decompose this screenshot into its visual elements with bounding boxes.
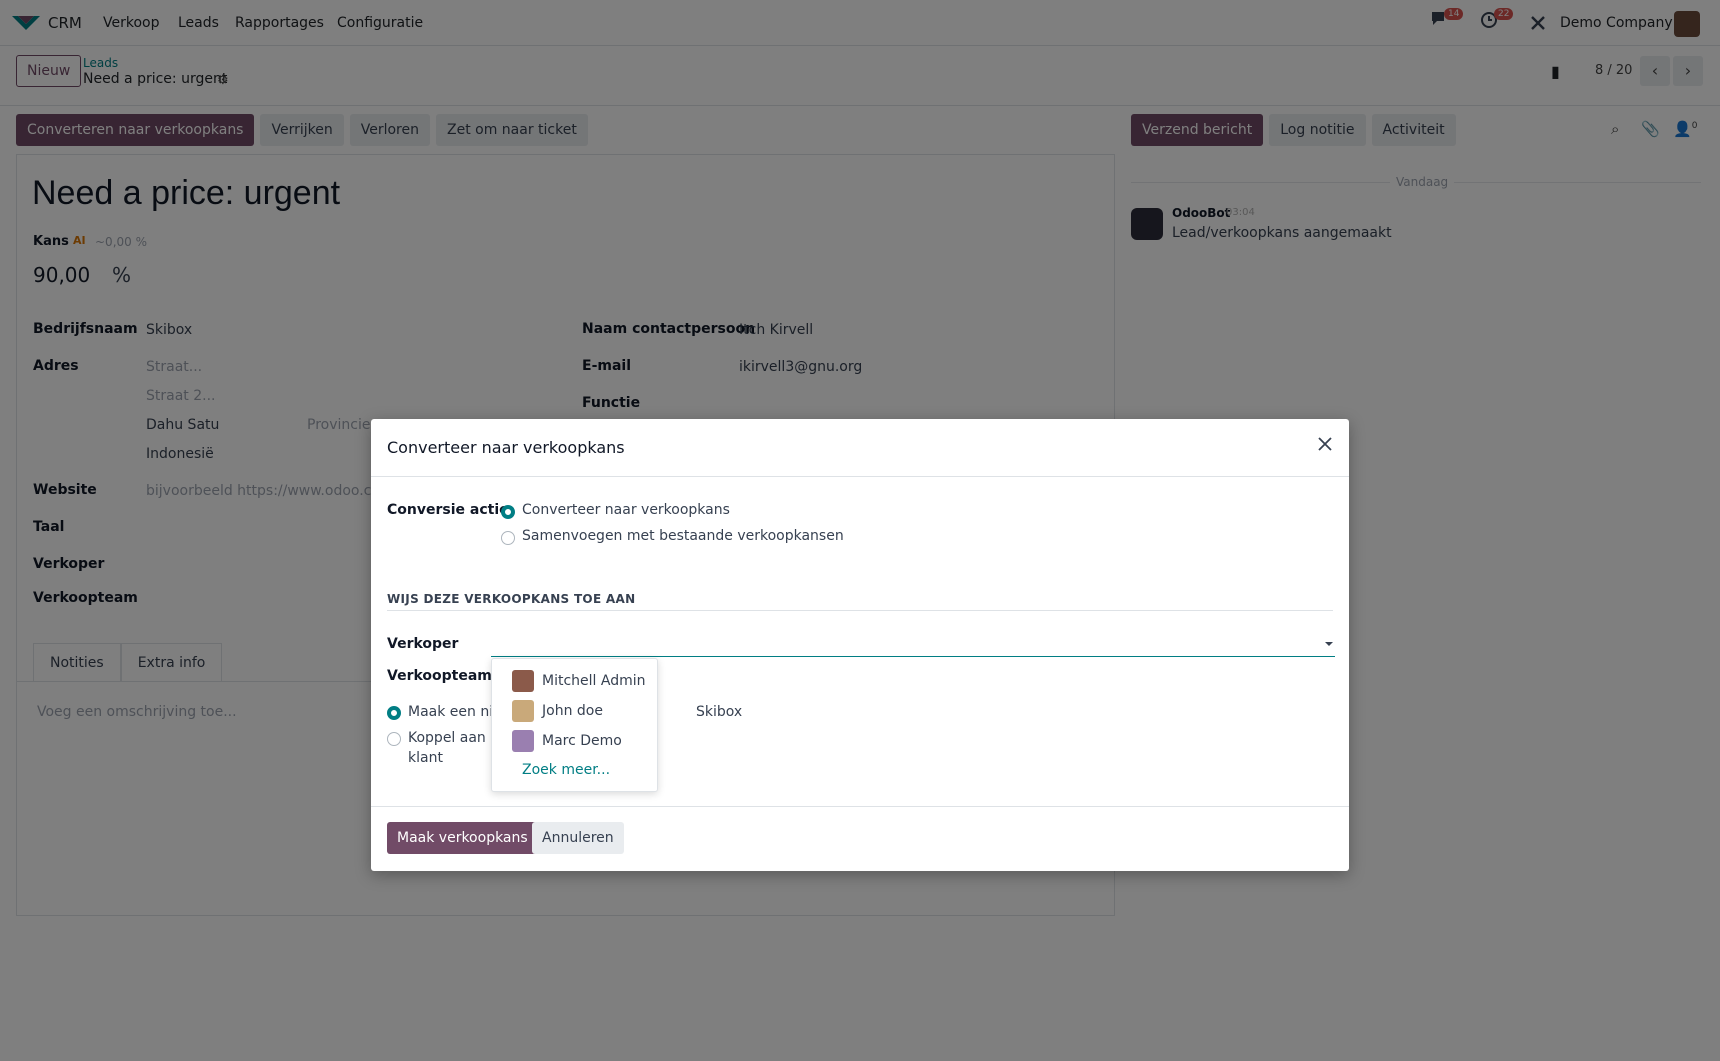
dropdown-option[interactable]: Marc Demo (512, 729, 622, 753)
chevron-down-icon (1325, 642, 1333, 646)
customer-name: Skibox (696, 704, 743, 720)
section-divider (387, 610, 1333, 611)
dropdown-option-label: Marc Demo (542, 733, 622, 749)
dropdown-option-label: John doe (542, 703, 603, 719)
dropdown-option[interactable]: Mitchell Admin (512, 669, 646, 693)
radio-link-customer[interactable] (387, 732, 401, 746)
radio-merge-label[interactable]: Samenvoegen met bestaande verkoopkansen (522, 528, 844, 544)
avatar (512, 700, 534, 722)
modal-salesteam-label: Verkoopteam (387, 668, 492, 684)
avatar (512, 730, 534, 752)
create-opportunity-button[interactable]: Maak verkoopkans (387, 822, 538, 854)
assign-section-title: WIJS DEZE VERKOOPKANS TOE AAN (387, 592, 636, 606)
radio-convert-label[interactable]: Converteer naar verkoopkans (522, 502, 730, 518)
dialog-header: Converteer naar verkoopkans (371, 419, 1349, 477)
salesperson-dropdown: Mitchell Admin John doe Marc Demo Zoek m… (491, 658, 658, 792)
avatar (512, 670, 534, 692)
salesperson-select[interactable] (491, 629, 1335, 657)
close-icon[interactable] (1315, 434, 1335, 454)
radio-new-customer[interactable] (387, 706, 401, 720)
convert-dialog: Converteer naar verkoopkans Conversie ac… (371, 419, 1349, 871)
modal-salesperson-label: Verkoper (387, 636, 459, 652)
radio-link-customer-label-2: klant (408, 750, 443, 766)
radio-convert[interactable] (501, 505, 515, 519)
radio-merge[interactable] (501, 531, 515, 545)
search-more-link[interactable]: Zoek meer... (522, 762, 610, 778)
cancel-button[interactable]: Annuleren (532, 822, 624, 854)
radio-new-customer-label[interactable]: Maak een nie (408, 704, 502, 720)
conversion-action-label: Conversie actie (387, 502, 509, 518)
radio-link-customer-label[interactable]: Koppel aan e (408, 730, 499, 746)
dialog-title: Converteer naar verkoopkans (387, 438, 625, 457)
dropdown-option[interactable]: John doe (512, 699, 603, 723)
dropdown-option-label: Mitchell Admin (542, 673, 646, 689)
dialog-footer: Maak verkoopkans Annuleren (371, 806, 1349, 871)
